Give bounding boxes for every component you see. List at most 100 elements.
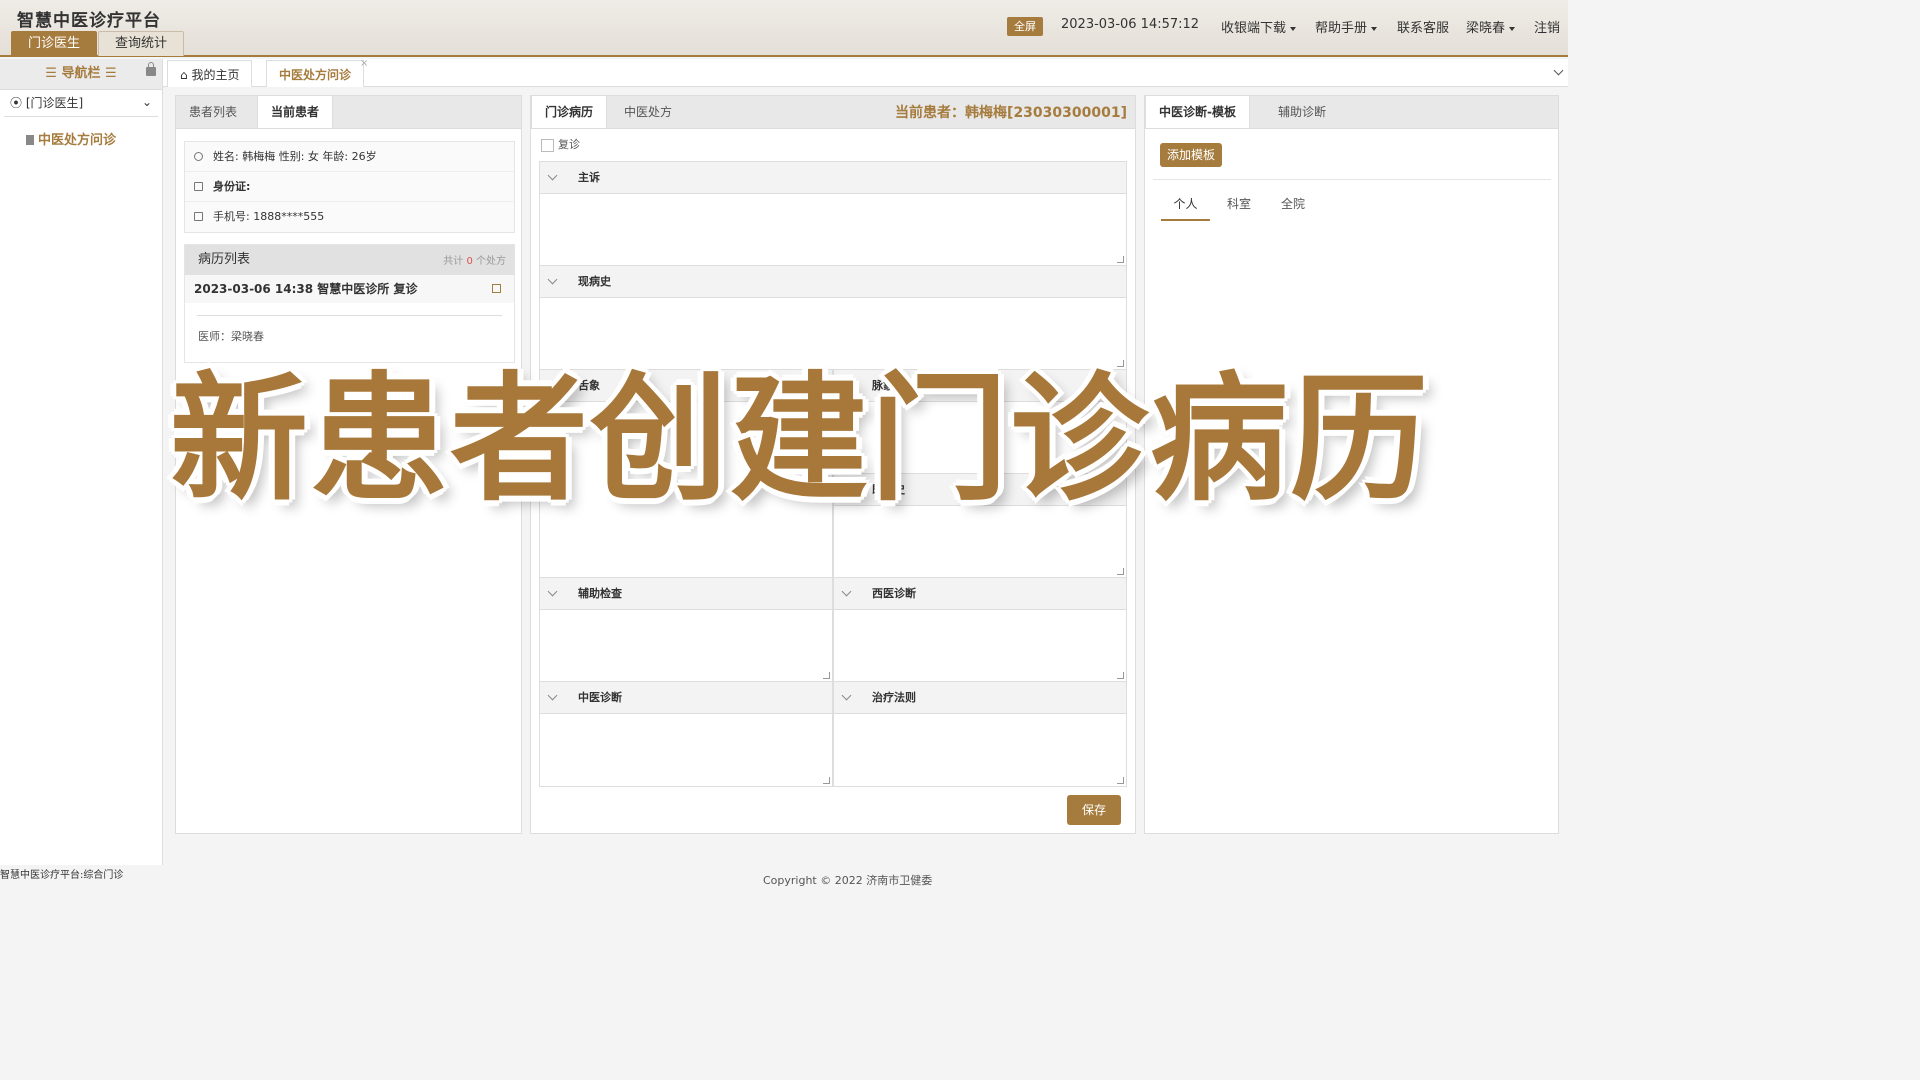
field-treatment-principle: 治疗法则: [833, 681, 1127, 787]
field-tcm-diagnosis: 中医诊断: [539, 681, 833, 787]
chevron-down-icon: [841, 690, 852, 701]
nav-title: 导航栏: [61, 66, 101, 81]
close-icon[interactable]: ×: [360, 58, 368, 69]
record-doctor: 医师：梁晓春: [198, 330, 264, 343]
field-header[interactable]: 西医诊断: [834, 578, 1126, 610]
lock-icon[interactable]: [146, 62, 156, 76]
chevron-down-icon[interactable]: [1553, 65, 1564, 76]
current-patient-label: 当前患者：韩梅梅[23030300001]: [895, 105, 1127, 121]
subtab-personal[interactable]: 个人: [1161, 189, 1210, 221]
divider: [197, 315, 502, 316]
medical-record-tabs: 门诊病历 中医处方 当前患者：韩梅梅[23030300001]: [531, 96, 1135, 129]
chevron-down-icon: [547, 170, 558, 181]
sidebar: ☰ 导航栏 ☰ ⦿ [门诊医生] ⌄ 中医处方问诊: [0, 59, 163, 865]
revisit-checkbox[interactable]: 复诊: [541, 136, 580, 152]
user-menu[interactable]: 梁晓春: [1466, 17, 1516, 36]
tab-patient-list[interactable]: 患者列表: [176, 96, 250, 128]
tab-outpatient-record[interactable]: 门诊病历: [531, 96, 608, 128]
revisit-label: 复诊: [558, 138, 580, 151]
datetime: 2023-03-06 14:57:12: [1061, 17, 1200, 32]
caret-down-icon: [1371, 26, 1378, 31]
tab-tcm-diagnosis-template[interactable]: 中医诊断-模板: [1145, 96, 1250, 128]
chevron-down-icon: [547, 586, 558, 597]
target-icon: ⦿: [10, 96, 26, 110]
add-template-button[interactable]: 添加模板: [1160, 143, 1222, 167]
field-header[interactable]: 现病史: [540, 266, 1126, 298]
patient-phone-line: 手机号: 1888****555: [213, 210, 325, 223]
field-header[interactable]: 治疗法则: [834, 682, 1126, 714]
patient-info: 姓名: 韩梅梅 性别: 女 年龄: 26岁 身份证: 手机号: 1888****…: [184, 141, 515, 233]
record-total-suffix: 个处方: [476, 256, 506, 267]
resize-handle-icon[interactable]: [823, 777, 830, 784]
overlay-caption: 新患者创建门诊病历: [170, 359, 1431, 520]
id-card-icon: [194, 182, 203, 191]
record-total: 共计 0 个处方: [443, 247, 506, 277]
resize-handle-icon[interactable]: [1117, 672, 1124, 679]
field-header[interactable]: 辅助检查: [540, 578, 832, 610]
home-icon: ⌂: [180, 68, 192, 82]
page-tab-home-label: 我的主页: [191, 68, 240, 82]
document-icon: [26, 135, 34, 145]
field-label: 中医诊断: [578, 691, 622, 704]
list-item[interactable]: 2023-03-06 14:38 智慧中医诊所 复诊: [185, 275, 514, 303]
sidebar-item-label: 中医处方问诊: [38, 133, 117, 148]
menu-icon: ☰: [45, 66, 62, 81]
chevron-down-icon: [547, 274, 558, 285]
tab-tcm-prescription[interactable]: 中医处方: [611, 96, 685, 128]
field-label: 辅助检查: [578, 587, 622, 600]
caret-down-icon: [1509, 26, 1516, 31]
external-link-icon[interactable]: [492, 284, 501, 293]
tab-query-stats[interactable]: 查询统计: [98, 31, 185, 56]
save-button[interactable]: 保存: [1067, 795, 1121, 825]
user-icon: [194, 152, 203, 161]
caret-down-icon: [1290, 26, 1297, 31]
resize-handle-icon[interactable]: [1117, 568, 1124, 575]
app-title: 智慧中医诊疗平台: [17, 11, 161, 31]
user-name: 梁晓春: [1466, 21, 1506, 36]
id-card-label: 身份证:: [213, 180, 251, 193]
field-label: 治疗法则: [872, 691, 916, 704]
divider: [1153, 179, 1551, 180]
sidebar-item-tcm-consult[interactable]: 中医处方问诊: [0, 129, 162, 148]
field-label: 西医诊断: [872, 587, 916, 600]
page-tab-tcm-consult[interactable]: 中医处方问诊: [266, 60, 365, 87]
resize-handle-icon[interactable]: [1117, 256, 1124, 263]
tab-current-patient[interactable]: 当前患者: [257, 96, 334, 128]
record-list: 病历列表 共计 0 个处方 2023-03-06 14:38 智慧中医诊所 复诊…: [184, 244, 515, 363]
record-total-count: 0: [466, 256, 473, 267]
field-header[interactable]: 中医诊断: [540, 682, 832, 714]
record-list-title: 病历列表: [198, 252, 251, 267]
fullscreen-button[interactable]: 全屏: [1007, 17, 1043, 36]
cashier-download-menu[interactable]: 收银端下载: [1221, 17, 1297, 36]
page-tab-home[interactable]: ⌂ 我的主页: [167, 60, 253, 87]
field-header[interactable]: 主诉: [540, 162, 1126, 194]
record-list-header: 病历列表 共计 0 个处方: [185, 245, 514, 275]
tab-auxiliary-diagnosis[interactable]: 辅助诊断: [1265, 96, 1339, 128]
subtab-department[interactable]: 科室: [1227, 189, 1251, 219]
phone-icon: [194, 212, 203, 221]
patient-name-line: 姓名: 韩梅梅 性别: 女 年龄: 26岁: [213, 150, 377, 163]
checkbox-icon: [541, 138, 554, 152]
field-chief-complaint: 主诉: [539, 161, 1127, 266]
chevron-down-icon: [547, 690, 558, 701]
field-auxiliary-exam: 辅助检查: [539, 577, 833, 682]
copyright: Copyright © 2022 济南市卫健委: [763, 874, 933, 887]
subtab-hospital[interactable]: 全院: [1281, 189, 1305, 219]
help-manual-menu[interactable]: 帮助手册: [1315, 17, 1378, 36]
resize-handle-icon[interactable]: [823, 672, 830, 679]
tab-outpatient-doctor[interactable]: 门诊医生: [11, 31, 98, 56]
status-bar-text: 智慧中医诊疗平台:综合门诊: [0, 870, 124, 881]
nav-group-select[interactable]: ⦿ [门诊医生] ⌄: [4, 90, 158, 117]
record-item-label: 2023-03-06 14:38 智慧中医诊所 复诊: [194, 282, 418, 296]
help-manual-label: 帮助手册: [1315, 21, 1368, 36]
resize-handle-icon[interactable]: [1117, 777, 1124, 784]
field-western-diagnosis: 西医诊断: [833, 577, 1127, 682]
chief-complaint-textarea[interactable]: [540, 194, 1126, 266]
nav-header[interactable]: ☰ 导航栏 ☰: [0, 59, 162, 90]
nav-group-label: [门诊医生]: [25, 96, 84, 110]
field-label: 现病史: [578, 275, 611, 288]
contact-support-link[interactable]: 联系客服: [1397, 17, 1449, 36]
top-bar: 智慧中医诊疗平台 门诊医生 查询统计 全屏 2023-03-06 14:57:1…: [0, 0, 1568, 57]
patient-panel-tabs: 患者列表 当前患者: [176, 96, 521, 129]
logout-link[interactable]: 注销: [1534, 17, 1560, 36]
